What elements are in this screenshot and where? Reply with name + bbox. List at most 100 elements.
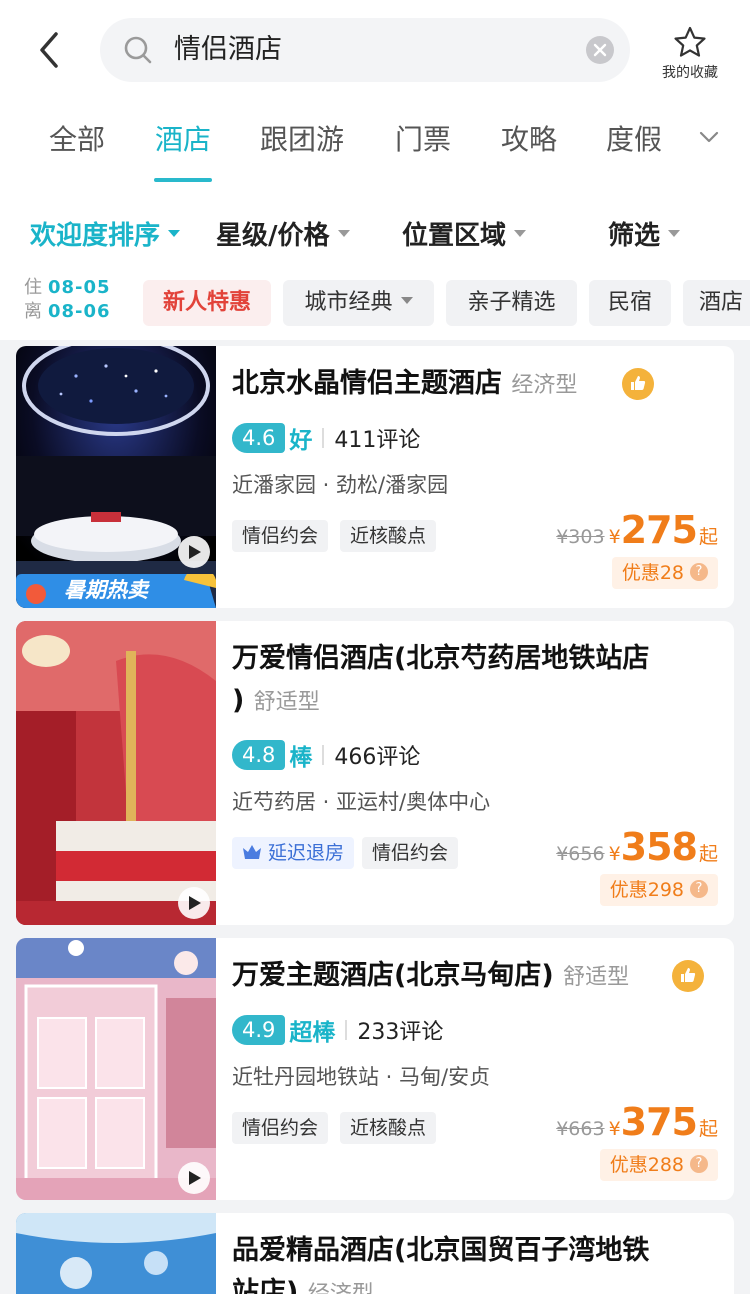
discount-badge[interactable]: 优惠28? (611, 557, 718, 589)
caret-down-icon (514, 230, 527, 237)
discount-text: 优惠288 (609, 1154, 684, 1176)
help-icon: ? (690, 562, 708, 581)
play-icon (189, 545, 201, 559)
clear-search-button[interactable] (586, 36, 614, 64)
hotel-type: 经济型 (308, 1282, 374, 1294)
chip-new-user-deal[interactable]: 新人特惠 (143, 280, 271, 326)
hotel-type: 舒适型 (253, 690, 320, 715)
tab-group-tour[interactable]: 跟团游 (260, 120, 344, 160)
price: ¥656 ¥358 起 (556, 825, 718, 869)
video-play-button[interactable] (178, 1162, 210, 1194)
original-price: ¥656 (556, 843, 605, 865)
hotel-name: 万爱情侣酒店(北京芍药居地铁站店 (232, 643, 650, 674)
discount-badge[interactable]: 优惠298? (599, 874, 718, 906)
sort-location-label: 位置区域 (402, 221, 507, 251)
review-count[interactable]: 411评论 (334, 422, 420, 454)
caret-down-icon (337, 230, 350, 237)
favorites-button[interactable]: 我的收藏 (652, 26, 728, 86)
filter-bar: 欢迎度排序 星级/价格 位置区域 筛选 住 08-05 离 08-06 新人特惠 城… (0, 190, 750, 340)
rating: 4.8 棒 466评论 (232, 738, 420, 771)
hotel-photo (16, 1213, 216, 1294)
price: ¥663 ¥375 起 (556, 1100, 718, 1144)
current-price: 375 (620, 1100, 698, 1144)
rating-word: 好 (289, 428, 313, 454)
tab-vacation[interactable]: 度假 (606, 120, 662, 160)
currency: ¥ (608, 526, 621, 548)
hotel-photo (16, 938, 216, 1200)
hotel-location: 近芍药居 · 亚运村/奥体中心 (232, 790, 491, 814)
rating-word: 超棒 (289, 1020, 336, 1046)
hotel-card[interactable]: 品爱精品酒店(北京国贸百子湾地铁 站店) 经济型 (16, 1213, 734, 1294)
discount-text: 优惠28 (621, 562, 684, 584)
search-icon (124, 36, 152, 64)
chip-hotel[interactable]: 酒店 (683, 280, 750, 326)
hotel-location: 近牡丹园地铁站 · 马甸/安贞 (232, 1065, 491, 1089)
hotel-type: 经济型 (511, 373, 578, 398)
video-play-button[interactable] (178, 536, 210, 568)
tab-all[interactable]: 全部 (49, 120, 105, 160)
tab-hotel[interactable]: 酒店 (155, 120, 211, 160)
sort-star-price[interactable]: 星级/价格 (216, 218, 350, 254)
category-tabs: 全部 酒店 跟团游 门票 攻略 度假 (0, 100, 750, 190)
hotel-name: 万爱主题酒店(北京马甸店) 舒适型 (232, 956, 629, 998)
hotel-name-text: ) (232, 685, 245, 716)
rating-score: 4.6 (232, 423, 286, 453)
active-tab-indicator (154, 178, 212, 182)
hotel-name-text: 北京水晶情侣主题酒店 (232, 368, 502, 399)
hotel-photo (16, 346, 216, 608)
current-price: 358 (620, 825, 698, 869)
hotel-name-text: 万爱主题酒店(北京马甸店) (232, 960, 554, 991)
price-suffix: 起 (698, 843, 718, 865)
rating: 4.9 超棒 233评论 (232, 1013, 443, 1046)
chip-city-classic[interactable]: 城市经典 (283, 280, 434, 326)
sort-filter[interactable]: 筛选 (608, 218, 681, 254)
thumbs-up-icon (622, 368, 654, 400)
tag: 近核酸点 (340, 520, 437, 552)
sort-popularity[interactable]: 欢迎度排序 (30, 218, 181, 254)
checkin-date: 08-05 (48, 277, 111, 298)
help-icon: ? (690, 879, 708, 898)
tag: 情侣约会 (232, 1112, 329, 1144)
tab-guides[interactable]: 攻略 (501, 120, 557, 160)
price: ¥303 ¥275 起 (556, 508, 718, 552)
divider (322, 428, 325, 448)
currency: ¥ (608, 843, 621, 865)
discount-text: 优惠298 (609, 879, 684, 901)
original-price: ¥303 (556, 526, 605, 548)
hotel-name: 北京水晶情侣主题酒店 经济型 (232, 364, 577, 406)
date-selector[interactable]: 住 08-05 离 08-06 (24, 276, 134, 324)
hotel-card[interactable]: 万爱主题酒店(北京马甸店) 舒适型 4.9 超棒 233评论 近牡丹园地铁站 · 马… (16, 938, 734, 1200)
rating-word: 棒 (289, 745, 313, 771)
sort-popularity-label: 欢迎度排序 (30, 221, 161, 251)
tab-tickets[interactable]: 门票 (395, 120, 451, 160)
chip-city-classic-label: 城市经典 (304, 290, 393, 315)
tag: 延迟退房 (232, 837, 355, 869)
discount-badge[interactable]: 优惠288? (599, 1149, 718, 1181)
back-button[interactable] (30, 28, 70, 72)
price-suffix: 起 (698, 526, 718, 548)
summer-hot-badge: 暑期热卖 (16, 574, 216, 608)
hotel-name-line2: 站店) 经济型 (232, 1273, 374, 1294)
price-suffix: 起 (698, 1118, 718, 1140)
tag: 情侣约会 (362, 837, 459, 869)
favorites-label: 我的收藏 (662, 65, 718, 81)
hotel-card[interactable]: 暑期热卖 北京水晶情侣主题酒店 经济型 4.6 好 411评论 近潘家园 · 劲松/… (16, 346, 734, 608)
chip-homestay[interactable]: 民宿 (589, 280, 671, 326)
thumbs-up-icon (672, 960, 704, 992)
hotel-card[interactable]: 万爱情侣酒店(北京芍药居地铁站店 ) 舒适型 4.8 棒 466评论 近芍药居 · … (16, 621, 734, 925)
search-input[interactable]: 情侣酒店 (100, 18, 630, 82)
review-count[interactable]: 233评论 (357, 1014, 443, 1046)
chip-family-picks[interactable]: 亲子精选 (446, 280, 577, 326)
currency: ¥ (608, 1118, 621, 1140)
hotel-name-text: 站店) (232, 1277, 299, 1294)
divider (322, 745, 325, 765)
sort-location[interactable]: 位置区域 (402, 218, 527, 254)
checkout-date: 08-06 (48, 301, 111, 322)
rating-score: 4.9 (232, 1015, 286, 1045)
video-play-button[interactable] (178, 887, 210, 919)
rating-score: 4.8 (232, 740, 286, 770)
review-count[interactable]: 466评论 (334, 739, 420, 771)
summer-hot-label: 暑期热卖 (64, 578, 148, 602)
chevron-down-icon[interactable] (698, 130, 720, 144)
star-icon (674, 26, 706, 57)
